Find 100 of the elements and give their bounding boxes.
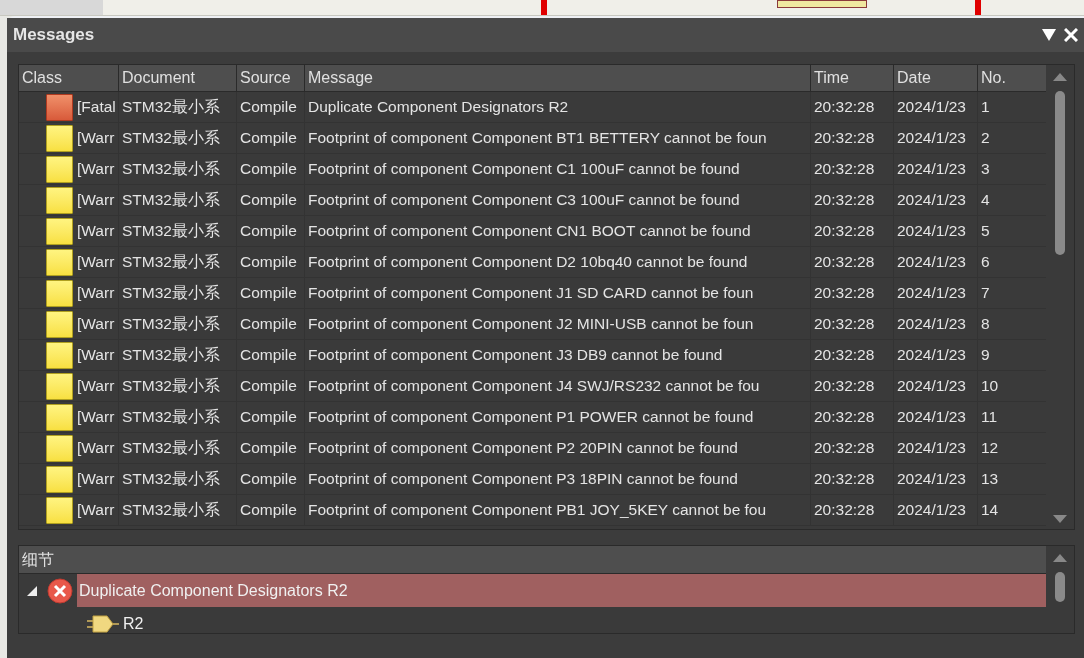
table-cell-text: [Warr [77,345,115,366]
table-cell-text: [Warr [77,407,115,428]
table-cell: 20:32:28 [811,247,894,277]
table-cell: Compile [237,92,305,122]
table-cell-text: [Warr [77,438,115,459]
table-cell: Compile [237,371,305,401]
table-cell: 20:32:28 [811,278,894,308]
tree-item[interactable]: R2 [121,607,1047,633]
table-cell: 20:32:28 [811,154,894,184]
table-cell: STM32最小系 [119,309,237,339]
component-icon [87,613,119,633]
table-cell: Footprint of component Component J1 SD CARD cannot be foun [305,278,811,308]
table-cell: 20:32:28 [811,402,894,432]
tree-item[interactable]: Duplicate Component Designators R2 [77,574,1047,607]
scroll-up-icon[interactable] [1053,73,1067,81]
table-cell: Compile [237,309,305,339]
error-icon [47,577,73,604]
table-cell: 2024/1/23 [894,402,978,432]
table-cell: STM32最小系 [119,92,237,122]
table-cell: 20:32:28 [811,464,894,494]
table-cell-text: [Warr [77,314,115,335]
table-cell: Compile [237,247,305,277]
table-cell: 20:32:28 [811,371,894,401]
table-cell: Footprint of component Component P2 20PIN cannot be found [305,433,811,463]
table-cell: 20:32:28 [811,216,894,246]
dropdown-icon[interactable] [1042,29,1056,41]
table-cell: 20:32:28 [811,123,894,153]
table-cell: Compile [237,123,305,153]
table-cell: STM32最小系 [119,154,237,184]
table-cell: 20:32:28 [811,92,894,122]
scroll-down-icon[interactable] [1053,515,1067,523]
table-cell: 2024/1/23 [894,464,978,494]
table-cell: 2024/1/23 [894,340,978,370]
table-cell: STM32最小系 [119,495,237,525]
table-cell-text: [Warr [77,128,115,149]
column-header[interactable]: Class [19,65,119,91]
table-cell: 2024/1/23 [894,185,978,215]
table-cell-text: [Warr [77,469,115,490]
table-cell: STM32最小系 [119,216,237,246]
table-cell-text: [Warr [77,221,115,242]
table-cell: STM32最小系 [119,278,237,308]
column-header[interactable]: Message [305,65,811,91]
table-cell: STM32最小系 [119,464,237,494]
table-cell: 20:32:28 [811,309,894,339]
table-cell: Compile [237,216,305,246]
table-cell: STM32最小系 [119,433,237,463]
column-header[interactable]: Date [894,65,978,91]
table-cell: Footprint of component Component CN1 BOOT cannot be found [305,216,811,246]
table-cell: Compile [237,495,305,525]
scroll-thumb[interactable] [1055,91,1065,255]
table-cell: STM32最小系 [119,402,237,432]
table-cell-text: [Warr [77,252,115,273]
column-header[interactable]: Document [119,65,237,91]
table-cell: Compile [237,433,305,463]
table-cell: Footprint of component Component C1 100uF cannot be found [305,154,811,184]
table-cell: Duplicate Component Designators R2 [305,92,811,122]
scroll-up-icon[interactable] [1053,554,1067,562]
table-cell: Compile [237,185,305,215]
table-cell: Footprint of component Component J2 MINI-USB cannot be foun [305,309,811,339]
table-cell: 2024/1/23 [894,309,978,339]
table-cell: 20:32:28 [811,340,894,370]
table-cell: Compile [237,464,305,494]
table-cell: Footprint of component Component J4 SWJ/RS232 cannot be fou [305,371,811,401]
table-cell: 20:32:28 [811,433,894,463]
table-cell: 2024/1/23 [894,154,978,184]
table-cell: Footprint of component Component BT1 BETTERY cannot be foun [305,123,811,153]
details-header: 细节 [22,549,54,570]
table-cell: Footprint of component Component P3 18PIN cannot be found [305,464,811,494]
table-cell: STM32最小系 [119,123,237,153]
table-cell: 2024/1/23 [894,92,978,122]
table-cell: 2024/1/23 [894,247,978,277]
table-cell-text: [Warr [77,159,115,180]
table-cell-text: [Warr [77,190,115,211]
table-cell-text: [Warr [77,376,115,397]
table-cell: STM32最小系 [119,371,237,401]
table-cell: Compile [237,402,305,432]
table-cell: 20:32:28 [811,185,894,215]
table-cell: STM32最小系 [119,340,237,370]
expanded-arrow-icon[interactable] [27,585,37,596]
scroll-thumb[interactable] [1055,572,1065,602]
table-cell: Footprint of component Component C3 100uF cannot be found [305,185,811,215]
table-cell: 2024/1/23 [894,495,978,525]
table-cell-text: [Warr [77,500,115,521]
column-header[interactable]: Source [237,65,305,91]
table-cell: Footprint of component Component PB1 JOY_5KEY cannot be fou [305,495,811,525]
table-cell-text: [Warr [77,283,115,304]
table-cell: 2024/1/23 [894,433,978,463]
table-cell: 2024/1/23 [894,371,978,401]
table-cell: 2024/1/23 [894,216,978,246]
table-cell: Compile [237,340,305,370]
panel-title: Messages [13,24,95,47]
table-cell: Footprint of component Component D2 10bq40 cannot be found [305,247,811,277]
table-cell: Compile [237,278,305,308]
table-cell: STM32最小系 [119,247,237,277]
column-header[interactable]: Time [811,65,894,91]
table-cell: Footprint of component Component P1 POWER cannot be found [305,402,811,432]
close-icon[interactable] [1064,28,1078,42]
table-cell: STM32最小系 [119,185,237,215]
table-cell: 2024/1/23 [894,123,978,153]
table-cell: Footprint of component Component J3 DB9 cannot be found [305,340,811,370]
